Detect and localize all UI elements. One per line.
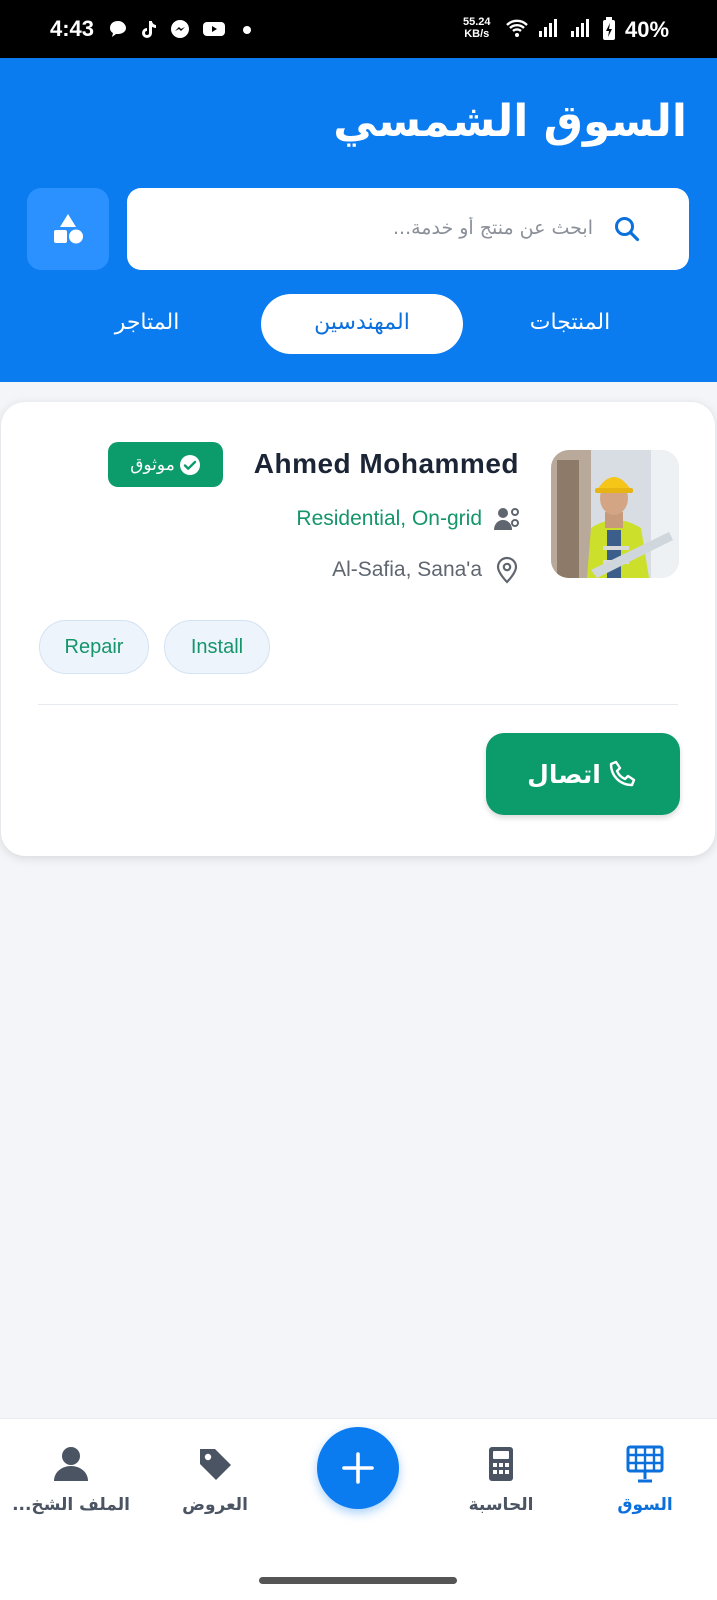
page-title: السوق الشمسي <box>333 96 687 147</box>
bottom-nav: السوق الحاسبة العروض الملف الشخ... <box>0 1418 717 1600</box>
status-bar: 4:43 55.24 KB/s 40% <box>0 0 717 58</box>
search-box[interactable] <box>127 188 689 270</box>
person-icon <box>54 1447 88 1481</box>
engineer-name: Ahmed Mohammed <box>253 448 519 479</box>
signal-icon <box>539 19 557 37</box>
engineer-specialty: Residential, On-grid <box>296 507 482 530</box>
tab-stores[interactable]: المتاجر <box>72 294 222 354</box>
nav-label: الحاسبة <box>468 1495 534 1515</box>
service-chip-repair: Repair <box>39 620 149 674</box>
tab-products[interactable]: المنتجات <box>490 294 650 354</box>
nav-label: السوق <box>617 1495 673 1515</box>
search-icon <box>615 217 640 242</box>
solar-panel-icon <box>626 1445 664 1483</box>
tag-icon <box>200 1449 231 1480</box>
verified-label: موثوق <box>130 454 175 475</box>
location-pin-icon <box>496 556 518 584</box>
status-time: 4:43 <box>50 16 95 41</box>
nav-offers[interactable]: العروض <box>145 1443 285 1523</box>
nav-label: العروض <box>182 1495 248 1515</box>
signal-icon <box>571 19 589 37</box>
tab-bar: المنتجات المهندسين المتاجر <box>0 294 717 354</box>
avatar <box>551 450 679 578</box>
tab-engineers[interactable]: المهندسين <box>261 294 463 354</box>
shapes-icon <box>54 214 83 244</box>
wifi-icon <box>506 19 528 37</box>
tiktok-icon <box>142 21 156 38</box>
divider <box>38 704 678 705</box>
call-label: اتصال <box>527 759 601 789</box>
plus-icon <box>342 1452 374 1484</box>
engineer-location: Al-Safia, Sana'a <box>332 558 482 581</box>
add-button[interactable] <box>317 1427 399 1509</box>
home-indicator[interactable] <box>259 1577 457 1584</box>
engineer-icon <box>494 508 519 530</box>
check-circle-icon <box>179 454 200 475</box>
engineer-card[interactable]: Ahmed Mohammed موثوق Residential, On-gri… <box>1 402 715 856</box>
battery-percent: 40% <box>625 17 670 42</box>
header: السوق الشمسي المنتجات المهندسين المتاجر <box>0 58 717 382</box>
categories-button[interactable] <box>27 188 109 270</box>
nav-label: الملف الشخ... <box>12 1495 130 1515</box>
battery-charging-icon <box>603 17 615 40</box>
messenger-icon <box>171 20 189 38</box>
youtube-icon <box>203 22 225 36</box>
nav-profile[interactable]: الملف الشخ... <box>1 1443 141 1523</box>
service-chip-install: Install <box>164 620 270 674</box>
verified-badge: موثوق <box>108 442 223 487</box>
nav-market[interactable]: السوق <box>575 1443 715 1523</box>
phone-icon <box>609 760 636 787</box>
chat-icon <box>110 21 126 37</box>
more-notifications-dot <box>243 26 251 34</box>
network-speed: 55.24 KB/s <box>463 16 491 40</box>
calculator-icon <box>489 1447 513 1481</box>
search-input[interactable] <box>213 212 593 244</box>
nav-calculator[interactable]: الحاسبة <box>431 1443 571 1523</box>
call-button[interactable]: اتصال <box>486 733 680 815</box>
